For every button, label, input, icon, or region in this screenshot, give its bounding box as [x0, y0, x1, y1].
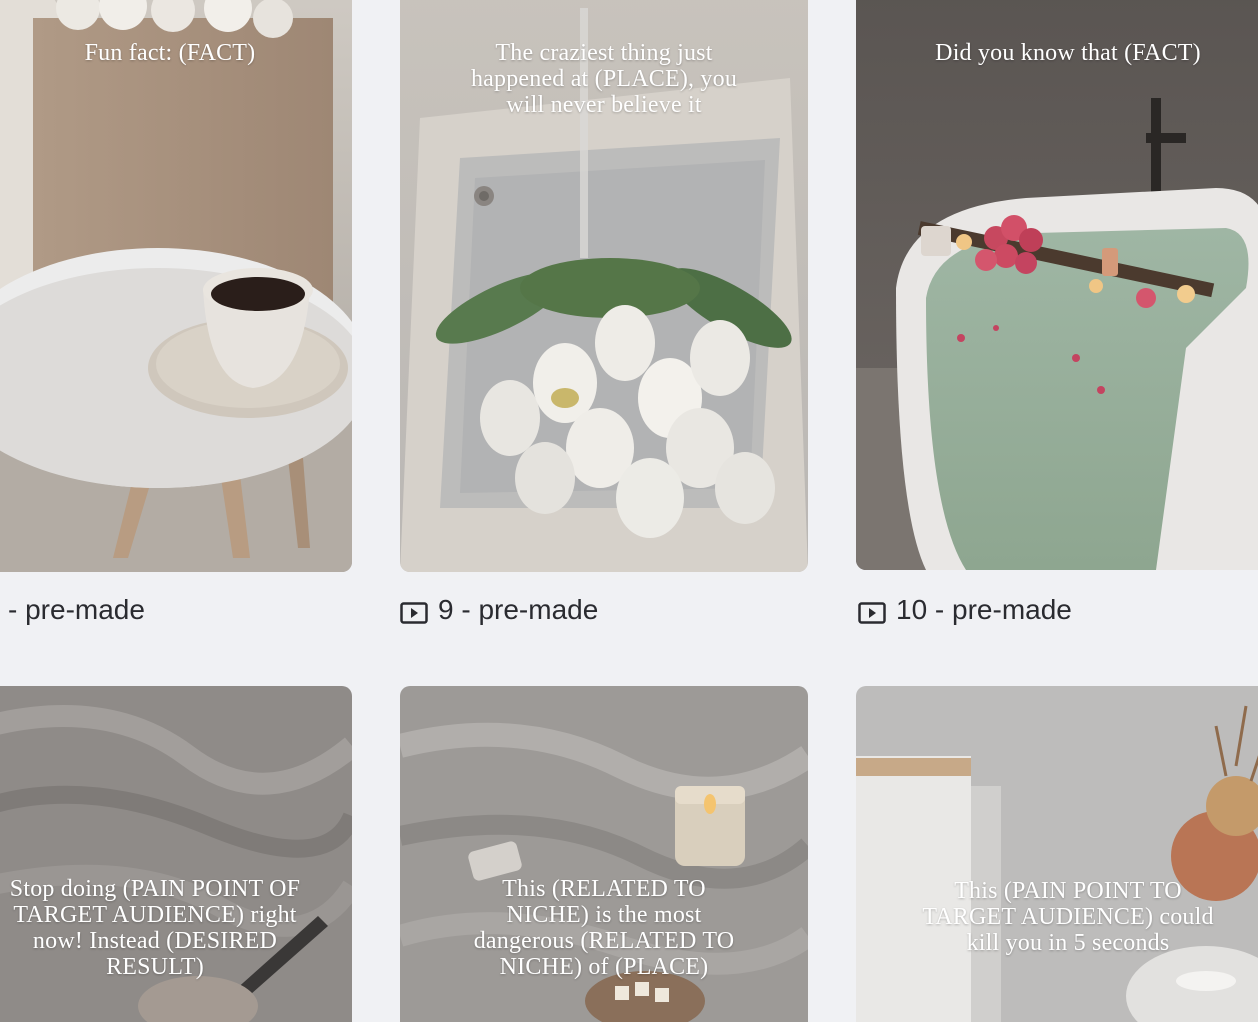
template-card-could-kill[interactable]: This (PAIN POINT TO TARGET AUDIENCE) cou… — [856, 686, 1258, 1022]
template-thumbnail — [0, 0, 352, 572]
template-caption[interactable]: - pre-made — [8, 594, 145, 626]
template-card-most-dangerous[interactable]: This (RELATED TO NICHE) is the most dang… — [400, 686, 808, 1022]
template-caption-label: - pre-made — [8, 594, 145, 625]
template-card-fun-fact[interactable]: Fun fact: (FACT) — [0, 0, 352, 572]
template-caption[interactable]: 10 - pre-made — [858, 594, 1072, 626]
template-caption-label: 9 - pre-made — [438, 594, 599, 625]
template-overlay-text: This (RELATED TO NICHE) is the most dang… — [473, 876, 735, 980]
template-overlay-text: This (PAIN POINT TO TARGET AUDIENCE) cou… — [922, 878, 1214, 956]
template-card-stop-doing[interactable]: Stop doing (PAIN POINT OF TARGET AUDIENC… — [0, 686, 352, 1022]
template-thumbnail — [856, 686, 1258, 1022]
template-overlay-text: The craziest thing just happened at (PLA… — [470, 40, 738, 118]
template-card-craziest-thing[interactable]: The craziest thing just happened at (PLA… — [400, 0, 808, 572]
video-icon — [400, 599, 428, 624]
template-overlay-text: Stop doing (PAIN POINT OF TARGET AUDIENC… — [9, 876, 301, 980]
template-card-did-you-know[interactable]: Did you know that (FACT) — [856, 0, 1258, 570]
video-icon — [858, 599, 886, 624]
template-overlay-text: Did you know that (FACT) — [935, 40, 1201, 66]
template-grid: Fun fact: (FACT) - pre-made The craziest… — [0, 0, 1258, 1022]
template-thumbnail — [856, 0, 1258, 570]
template-overlay-text: Fun fact: (FACT) — [84, 40, 256, 66]
template-caption-label: 10 - pre-made — [896, 594, 1072, 625]
template-caption[interactable]: 9 - pre-made — [400, 594, 598, 626]
